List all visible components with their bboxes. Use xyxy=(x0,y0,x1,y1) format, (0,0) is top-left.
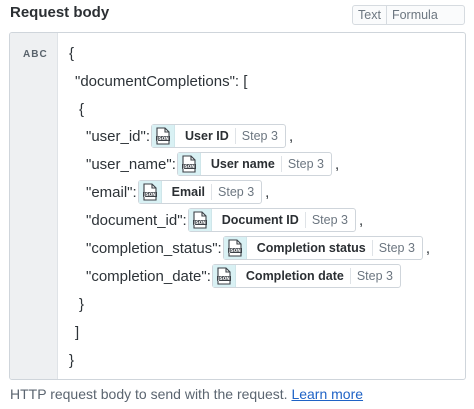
pill-step: Step 3 xyxy=(349,268,400,284)
svg-text:JSON: JSON xyxy=(156,136,169,141)
code-suffix: , xyxy=(425,239,431,257)
code-text: "user_id": xyxy=(86,127,151,145)
json-icon: JSON xyxy=(212,265,236,287)
code-line: "completion_status": JSON Completion statu… xyxy=(86,236,430,260)
code-text: "user_name": xyxy=(86,155,176,173)
code-suffix: , xyxy=(358,211,364,229)
learn-more-link[interactable]: Learn more xyxy=(291,386,363,402)
svg-text:JSON: JSON xyxy=(143,192,156,197)
mode-toggle[interactable]: Text Formula xyxy=(352,5,465,25)
code-line: "documentCompletions": [ xyxy=(75,69,247,93)
json-icon: JSON xyxy=(188,209,212,231)
code-line: { xyxy=(79,97,84,121)
code-line: } xyxy=(79,292,84,316)
mode-option-text[interactable]: Text xyxy=(353,6,386,24)
json-icon: JSON xyxy=(223,237,247,259)
help-description: HTTP request body to send with the reque… xyxy=(10,386,288,402)
pill-label: Completion date xyxy=(245,269,344,283)
json-icon: JSON xyxy=(152,125,176,147)
mode-option-formula[interactable]: Formula xyxy=(385,6,443,24)
code-suffix: , xyxy=(288,127,294,145)
code-text: "email": xyxy=(86,183,137,201)
pill-step: Step 3 xyxy=(234,128,285,144)
code-area[interactable]: {"documentCompletions": [{"user_id": JSON… xyxy=(57,33,465,379)
pill-label: Completion status xyxy=(256,241,366,255)
json-icon: JSON xyxy=(177,153,201,175)
data-pill[interactable]: JSON User name Step 3 xyxy=(176,152,332,176)
code-line: { xyxy=(69,41,74,65)
text-type-badge: ABC xyxy=(23,49,48,60)
pill-label: User ID xyxy=(185,129,229,143)
svg-text:JSON: JSON xyxy=(217,276,230,281)
field-title: Request body xyxy=(10,4,110,21)
pill-label: User name xyxy=(210,157,275,171)
code-line: "email": JSON Email Step 3, xyxy=(86,180,269,204)
request-body-editor[interactable]: ABC {"documentCompletions": [{"user_id":… xyxy=(9,32,466,380)
svg-text:JSON: JSON xyxy=(228,248,241,253)
editor-gutter: ABC xyxy=(10,33,58,379)
help-text: HTTP request body to send with the reque… xyxy=(10,386,363,402)
code-text: "documentCompletions": [ xyxy=(75,72,248,90)
code-text: } xyxy=(69,351,75,369)
svg-text:JSON: JSON xyxy=(182,164,195,169)
code-line: "user_name": JSON User name Step 3, xyxy=(86,152,339,176)
code-text: { xyxy=(79,100,85,118)
json-icon: JSON xyxy=(138,181,162,203)
pill-step: Step 3 xyxy=(280,156,331,172)
code-line: "user_id": JSON User ID Step 3, xyxy=(86,124,293,148)
svg-text:JSON: JSON xyxy=(193,220,206,225)
data-pill[interactable]: JSON Completion date Step 3 xyxy=(211,264,401,288)
code-text: { xyxy=(69,44,75,62)
pill-step: Step 3 xyxy=(304,212,355,228)
code-line: ] xyxy=(75,320,79,344)
request-body-header: Request body Text Formula xyxy=(0,0,474,30)
pill-step: Step 3 xyxy=(371,240,422,256)
code-line: } xyxy=(69,348,74,372)
data-pill[interactable]: JSON Email Step 3 xyxy=(137,180,263,204)
code-suffix: , xyxy=(334,155,340,173)
data-pill[interactable]: JSON Document ID Step 3 xyxy=(187,208,356,232)
code-text: ] xyxy=(75,323,80,341)
code-text: "document_id": xyxy=(86,211,187,229)
data-pill[interactable]: JSON Completion status Step 3 xyxy=(222,236,423,260)
code-text: "completion_status": xyxy=(86,239,222,257)
data-pill[interactable]: JSON User ID Step 3 xyxy=(151,124,286,148)
pill-label: Email xyxy=(171,185,206,199)
pill-label: Document ID xyxy=(221,213,299,227)
code-text: } xyxy=(79,295,85,313)
pill-step: Step 3 xyxy=(211,184,261,200)
code-text: "completion_date": xyxy=(86,267,211,285)
code-line: "completion_date": JSON Completion date Ste… xyxy=(86,264,404,288)
code-suffix: , xyxy=(265,183,270,201)
code-line: "document_id": JSON Document ID Step 3, xyxy=(86,208,363,232)
